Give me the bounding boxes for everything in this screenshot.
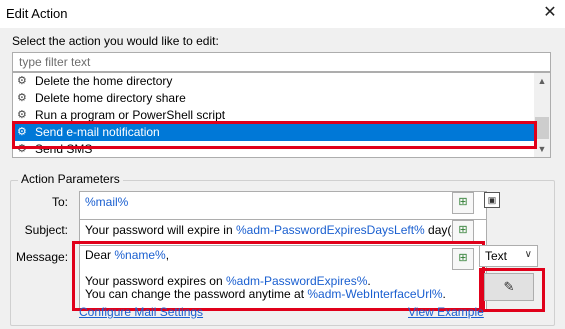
scroll-up-icon[interactable]: ▲: [534, 73, 550, 89]
message-line: Dear %name%,: [85, 248, 170, 262]
address-book-icon[interactable]: ▣: [484, 192, 500, 208]
format-select[interactable]: Text ∨: [479, 245, 538, 267]
insert-variable-icon[interactable]: ⊞: [452, 248, 474, 270]
gear-icon: ⚙: [17, 109, 27, 121]
scroll-thumb[interactable]: [535, 117, 549, 139]
chevron-down-icon: ∨: [524, 249, 532, 260]
list-item[interactable]: ⚙ Delete home directory share: [13, 90, 536, 107]
gear-icon: ⚙: [17, 92, 27, 104]
list-scrollbar[interactable]: ▲ ▼: [534, 73, 550, 157]
list-item-label: Run a program or PowerShell script: [35, 108, 226, 122]
list-item-selected[interactable]: ⚙ Send e-mail notification: [13, 124, 536, 141]
message-line: You can change the password anytime at %…: [85, 287, 446, 301]
window-title: Edit Action: [6, 6, 68, 21]
message-field[interactable]: Dear %name%, Your password expires on %a…: [79, 245, 487, 311]
to-value: %mail%: [85, 195, 129, 209]
message-label: Message:: [16, 250, 69, 264]
list-item-label: Send SMS: [35, 142, 93, 156]
subject-label: Subject:: [24, 223, 68, 237]
list-item[interactable]: ⚙ Delete the home directory: [13, 73, 536, 90]
format-value: Text: [485, 249, 508, 263]
list-item-label: Delete the home directory: [35, 74, 173, 88]
group-label: Action Parameters: [18, 172, 123, 186]
subject-variable: %adm-PasswordExpiresDaysLeft%: [235, 223, 425, 237]
gear-icon: ⚙: [17, 75, 27, 87]
insert-variable-icon[interactable]: ⊞: [452, 192, 474, 214]
to-label: To:: [51, 195, 68, 209]
filter-input[interactable]: [12, 52, 551, 72]
list-item[interactable]: ⚙ Send SMS: [13, 141, 536, 157]
configure-mail-settings-link[interactable]: Configure Mail Settings: [79, 305, 203, 319]
gear-icon: ⚙: [17, 126, 27, 138]
subject-text: Your password will expire in: [85, 223, 236, 237]
edit-pencil-icon[interactable]: ✎: [484, 273, 534, 301]
insert-variable-icon[interactable]: ⊞: [452, 220, 474, 242]
list-item-label: Send e-mail notification: [35, 125, 160, 139]
action-list[interactable]: ⚙ Delete the home directory ⚙ Delete hom…: [12, 72, 551, 158]
to-field[interactable]: %mail%: [79, 191, 487, 221]
view-example-link[interactable]: View Example: [408, 305, 484, 319]
close-icon[interactable]: ✕: [540, 3, 560, 23]
title-bar: [0, 0, 565, 28]
selector-prompt: Select the action you would like to edit…: [12, 34, 219, 48]
list-item-label: Delete home directory share: [35, 91, 186, 105]
scroll-down-icon[interactable]: ▼: [534, 141, 550, 157]
gear-icon: ⚙: [17, 143, 27, 155]
list-item[interactable]: ⚙ Run a program or PowerShell script: [13, 107, 536, 124]
